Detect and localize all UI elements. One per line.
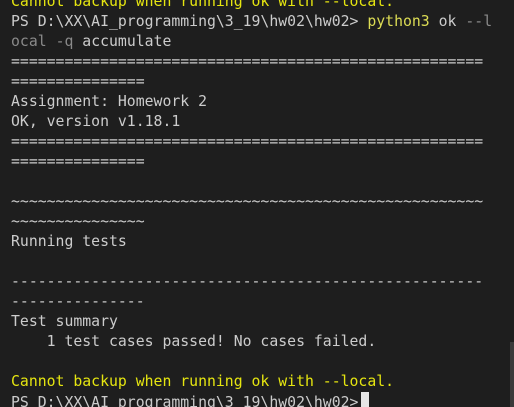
separator-line: ----------------------------------------…: [11, 273, 484, 290]
output-line: OK, version v1.18.1: [11, 113, 181, 130]
terminal-output[interactable]: Cannot backup when running ok with --loc…: [11, 0, 503, 407]
separator-line: ---------------: [11, 293, 145, 310]
separator-line: ========================================…: [11, 133, 484, 150]
vertical-scrollbar[interactable]: [510, 0, 514, 407]
command-name: python3: [367, 13, 430, 30]
separator-line: ~~~~~~~~~~~~~~~~~~~~~~~~~~~~~~~~~~~~~~~~…: [11, 193, 484, 210]
terminal-cursor: [361, 392, 370, 407]
terminal-panel[interactable]: Cannot backup when running ok with --loc…: [0, 0, 514, 407]
flag-arg: ocal: [11, 33, 47, 50]
flag-arg: --l: [465, 13, 493, 30]
output-line: Assignment: Homework 2: [11, 93, 207, 110]
output-line: 1 test cases passed! No cases failed.: [11, 333, 377, 350]
warning-line: Cannot backup when running ok with --loc…: [11, 0, 395, 10]
output-line: Test summary: [11, 313, 118, 330]
command-line-continued: ocal -q accumulate: [11, 32, 503, 52]
output-line: Running tests: [11, 233, 127, 250]
separator-line: ===============: [11, 153, 145, 170]
separator-line: ========================================…: [11, 53, 484, 70]
flag-arg: -q: [55, 33, 74, 50]
command-args: accumulate: [73, 33, 172, 50]
prompt-text: PS D:\XX\AI_programming\3_19\hw02\hw02>: [11, 13, 368, 30]
program-arg: ok: [438, 13, 457, 30]
prompt-text: PS D:\XX\AI_programming\3_19\hw02\hw02>: [11, 394, 359, 407]
command-line: PS D:\XX\AI_programming\3_19\hw02\hw02> …: [11, 12, 503, 32]
scrollbar-thumb[interactable]: [510, 342, 514, 407]
warning-line: Cannot backup when running ok with --loc…: [11, 373, 395, 390]
separator-line: ~~~~~~~~~~~~~~~: [11, 213, 145, 230]
separator-line: ===============: [11, 73, 145, 90]
prompt-line[interactable]: PS D:\XX\AI_programming\3_19\hw02\hw02>: [11, 392, 503, 407]
